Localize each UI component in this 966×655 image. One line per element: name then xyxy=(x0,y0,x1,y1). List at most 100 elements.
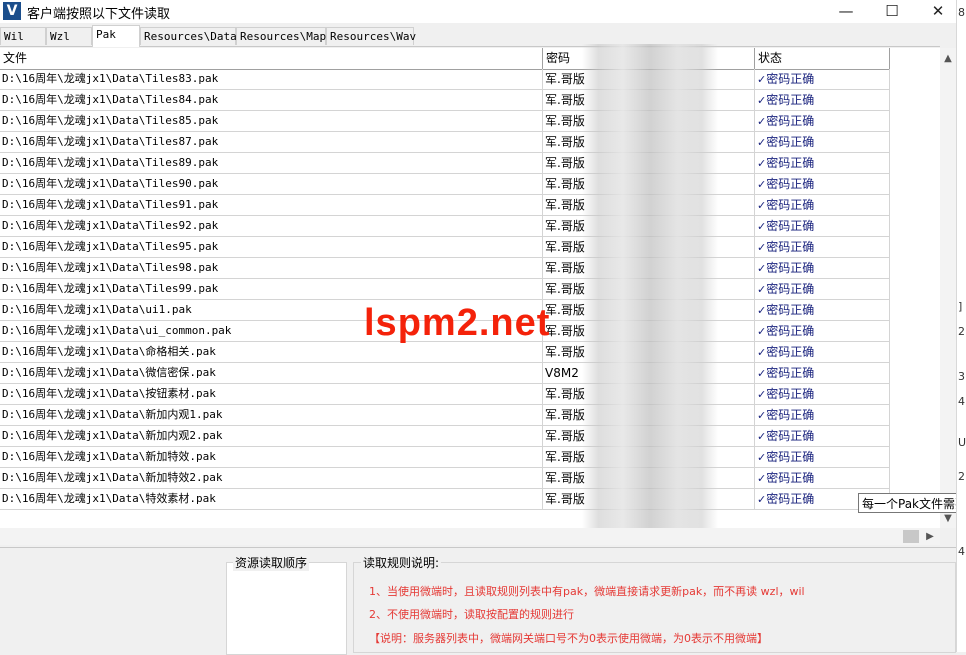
table-row[interactable]: D:\16周年\龙魂jx1\Data\新加内观1.pak 军.哥版 ✓密码正确 xyxy=(0,405,890,426)
table-row[interactable]: D:\16周年\龙魂jx1\Data\Tiles91.pak 军.哥版 ✓密码正确 xyxy=(0,195,890,216)
table-row[interactable]: D:\16周年\龙魂jx1\Data\微信密保.pak V8M2 ✓密码正确 xyxy=(0,363,890,384)
check-icon: ✓ xyxy=(757,73,767,86)
table-row[interactable]: D:\16周年\龙魂jx1\Data\Tiles98.pak 军.哥版 ✓密码正确 xyxy=(0,258,890,279)
status-cell: ✓密码正确 xyxy=(755,258,890,278)
status-text: 密码正确 xyxy=(766,492,815,506)
table-row[interactable]: D:\16周年\龙魂jx1\Data\Tiles87.pak 军.哥版 ✓密码正确 xyxy=(0,132,890,153)
maximize-button[interactable]: ☐ xyxy=(869,0,915,23)
minimize-button[interactable]: — xyxy=(823,0,869,23)
table-row[interactable]: D:\16周年\龙魂jx1\Data\特效素材.pak 军.哥版 ✓密码正确 xyxy=(0,489,890,510)
tab-resources-map[interactable]: Resources\Map xyxy=(236,27,326,45)
table-row[interactable]: D:\16周年\龙魂jx1\Data\Tiles84.pak 军.哥版 ✓密码正确 xyxy=(0,90,890,111)
table-row[interactable]: D:\16周年\龙魂jx1\Data\Tiles89.pak 军.哥版 ✓密码正确 xyxy=(0,153,890,174)
check-icon: ✓ xyxy=(757,115,767,128)
scroll-down-icon[interactable]: ▼ xyxy=(940,511,956,527)
status-text: 密码正确 xyxy=(766,345,815,359)
check-icon: ✓ xyxy=(757,220,767,233)
vertical-scrollbar[interactable]: ▲ ▼ xyxy=(940,48,956,528)
check-icon: ✓ xyxy=(757,325,767,338)
check-icon: ✓ xyxy=(757,199,767,212)
tab-wil[interactable]: Wil xyxy=(0,27,46,45)
tab-wzl[interactable]: Wzl xyxy=(46,27,92,45)
status-cell: ✓密码正确 xyxy=(755,237,890,257)
check-icon: ✓ xyxy=(757,346,767,359)
read-order-list[interactable] xyxy=(226,562,347,655)
rule-text-1: 1、当使用微端时，且读取规则列表中有pak，微端直接请求更新pak，而不再读 w… xyxy=(369,585,805,598)
file-path-cell: D:\16周年\龙魂jx1\Data\微信密保.pak xyxy=(0,363,543,383)
status-cell: ✓密码正确 xyxy=(755,426,890,446)
edge-char: U xyxy=(958,436,966,449)
edge-char: 2 xyxy=(958,470,965,483)
table-row[interactable]: D:\16周年\龙魂jx1\Data\新加内观2.pak 军.哥版 ✓密码正确 xyxy=(0,426,890,447)
status-cell: ✓密码正确 xyxy=(755,363,890,383)
edge-char: ] xyxy=(958,300,963,313)
tab-pak[interactable]: Pak xyxy=(92,25,140,47)
file-path-cell: D:\16周年\龙魂jx1\Data\Tiles87.pak xyxy=(0,132,543,152)
edge-char: 4 xyxy=(958,545,965,558)
status-cell: ✓密码正确 xyxy=(755,300,890,320)
check-icon: ✓ xyxy=(757,304,767,317)
edge-char: 8 xyxy=(958,6,965,19)
check-icon: ✓ xyxy=(757,367,767,380)
table-row[interactable]: D:\16周年\龙魂jx1\Data\Tiles95.pak 军.哥版 ✓密码正确 xyxy=(0,237,890,258)
status-text: 密码正确 xyxy=(766,471,815,485)
check-icon: ✓ xyxy=(757,409,767,422)
table-row[interactable]: D:\16周年\龙魂jx1\Data\Tiles83.pak 军.哥版 ✓密码正确 xyxy=(0,69,890,90)
status-text: 密码正确 xyxy=(766,282,815,296)
status-cell: ✓密码正确 xyxy=(755,216,890,236)
file-path-cell: D:\16周年\龙魂jx1\Data\Tiles95.pak xyxy=(0,237,543,257)
scroll-up-icon[interactable]: ▲ xyxy=(940,51,956,67)
table-row[interactable]: D:\16周年\龙魂jx1\Data\新加特效2.pak 军.哥版 ✓密码正确 xyxy=(0,468,890,489)
table-row[interactable]: D:\16周年\龙魂jx1\Data\Tiles99.pak 军.哥版 ✓密码正确 xyxy=(0,279,890,300)
check-icon: ✓ xyxy=(757,178,767,191)
file-path-cell: D:\16周年\龙魂jx1\Data\特效素材.pak xyxy=(0,489,543,509)
file-path-cell: D:\16周年\龙魂jx1\Data\新加特效2.pak xyxy=(0,468,543,488)
status-text: 密码正确 xyxy=(766,450,815,464)
status-text: 密码正确 xyxy=(766,93,815,107)
status-cell: ✓密码正确 xyxy=(755,153,890,173)
horizontal-scrollbar[interactable]: ▶ xyxy=(0,528,940,545)
status-text: 密码正确 xyxy=(766,387,815,401)
file-path-cell: D:\16周年\龙魂jx1\Data\Tiles92.pak xyxy=(0,216,543,236)
tab-resources-wav[interactable]: Resources\Wav xyxy=(326,27,416,45)
status-text: 密码正确 xyxy=(766,135,815,149)
scroll-thumb[interactable] xyxy=(903,530,919,543)
status-text: 密码正确 xyxy=(766,240,815,254)
scroll-right-icon[interactable]: ▶ xyxy=(922,529,938,545)
rules-label: 读取规则说明: xyxy=(361,554,442,571)
header-file[interactable]: 文件 xyxy=(0,48,543,69)
check-icon: ✓ xyxy=(757,388,767,401)
read-order-label: 资源读取顺序 xyxy=(233,554,310,571)
status-cell: ✓密码正确 xyxy=(755,447,890,467)
check-icon: ✓ xyxy=(757,157,767,170)
table-row[interactable]: D:\16周年\龙魂jx1\Data\命格相关.pak 军.哥版 ✓密码正确 xyxy=(0,342,890,363)
file-path-cell: D:\16周年\龙魂jx1\Data\Tiles83.pak xyxy=(0,69,543,89)
check-icon: ✓ xyxy=(757,451,767,464)
bottom-panel: 资源读取顺序 读取规则说明: 1、当使用微端时，且读取规则列表中有pak，微端直… xyxy=(0,547,956,655)
table-row[interactable]: D:\16周年\龙魂jx1\Data\Tiles90.pak 军.哥版 ✓密码正确 xyxy=(0,174,890,195)
status-text: 密码正确 xyxy=(766,198,815,212)
edge-char: 2 xyxy=(958,325,965,338)
watermark: lspm2.net xyxy=(364,302,551,344)
table-row[interactable]: D:\16周年\龙魂jx1\Data\Tiles92.pak 军.哥版 ✓密码正确 xyxy=(0,216,890,237)
file-path-cell: D:\16周年\龙魂jx1\Data\按钮素材.pak xyxy=(0,384,543,404)
status-text: 密码正确 xyxy=(766,261,815,275)
table-row[interactable]: D:\16周年\龙魂jx1\Data\Tiles85.pak 军.哥版 ✓密码正确 xyxy=(0,111,890,132)
status-cell: ✓密码正确 xyxy=(755,321,890,341)
header-status[interactable]: 状态 xyxy=(755,48,890,69)
status-text: 密码正确 xyxy=(766,177,815,191)
tooltip: 每一个Pak文件需要 xyxy=(858,493,958,513)
status-text: 密码正确 xyxy=(766,429,815,443)
table-row[interactable]: D:\16周年\龙魂jx1\Data\新加特效.pak 军.哥版 ✓密码正确 xyxy=(0,447,890,468)
status-text: 密码正确 xyxy=(766,219,815,233)
table-row[interactable]: D:\16周年\龙魂jx1\Data\按钮素材.pak 军.哥版 ✓密码正确 xyxy=(0,384,890,405)
tab-resources-data[interactable]: Resources\Data xyxy=(140,27,237,45)
check-icon: ✓ xyxy=(757,283,767,296)
status-cell: ✓密码正确 xyxy=(755,69,890,89)
status-cell: ✓密码正确 xyxy=(755,174,890,194)
status-text: 密码正确 xyxy=(766,72,815,86)
close-button[interactable]: ✕ xyxy=(915,0,961,23)
status-cell: ✓密码正确 xyxy=(755,405,890,425)
file-path-cell: D:\16周年\龙魂jx1\Data\Tiles84.pak xyxy=(0,90,543,110)
rule-text-2: 2、不使用微端时，读取按配置的规则进行 xyxy=(369,608,574,621)
